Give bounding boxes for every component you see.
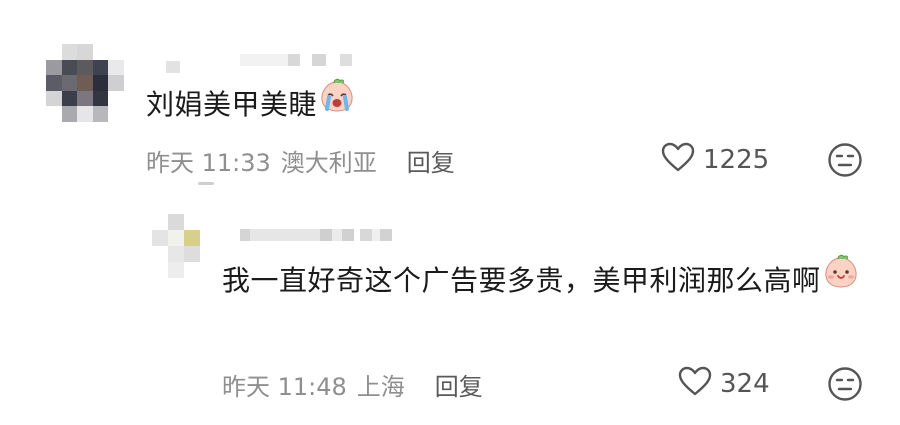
like-control[interactable]: 1225 xyxy=(661,140,769,180)
reply-location: 上海 xyxy=(356,372,405,401)
unhappy-face-icon[interactable] xyxy=(827,142,863,182)
reply-username-blurred[interactable] xyxy=(240,229,392,241)
reply-avatar[interactable] xyxy=(152,214,216,278)
reply-like-count: 324 xyxy=(720,369,770,399)
reply-button[interactable]: 回复 xyxy=(407,143,455,178)
commenter-avatar[interactable] xyxy=(46,44,124,122)
comment-meta: 昨天 11:33 澳大利亚 回复 xyxy=(146,140,455,180)
comment-body: 刘娟美甲美睫 xyxy=(146,88,318,121)
reply-meta: 昨天 11:48 上海 回复 xyxy=(222,364,483,404)
comment-location: 澳大利亚 xyxy=(280,148,377,177)
crying-face-emoji xyxy=(319,78,355,128)
like-count: 1225 xyxy=(703,145,770,175)
reply-text: 我一直好奇这个广告要多贵，美甲利润那么高啊 xyxy=(222,254,872,307)
unhappy-face-icon[interactable] xyxy=(827,366,863,406)
comment-time: 昨天 11:33 xyxy=(146,148,271,177)
heart-outline-icon[interactable] xyxy=(678,366,712,403)
reply-body: 我一直好奇这个广告要多贵，美甲利润那么高啊 xyxy=(222,264,821,297)
comment-text: 刘娟美甲美睫 xyxy=(146,78,355,131)
reply-like-control[interactable]: 324 xyxy=(678,364,770,404)
comment-thread: 刘娟美甲美睫 昨天 11:33 澳大利亚 回复 1225 我一直好奇这个广告要多… xyxy=(0,0,900,425)
reply-to-reply-button[interactable]: 回复 xyxy=(435,367,483,402)
smiling-face-emoji xyxy=(823,254,859,304)
commenter-username-blurred[interactable] xyxy=(160,47,352,73)
divider-smudge xyxy=(198,182,214,185)
reply-time: 昨天 11:48 xyxy=(222,372,347,401)
heart-outline-icon[interactable] xyxy=(661,142,695,179)
